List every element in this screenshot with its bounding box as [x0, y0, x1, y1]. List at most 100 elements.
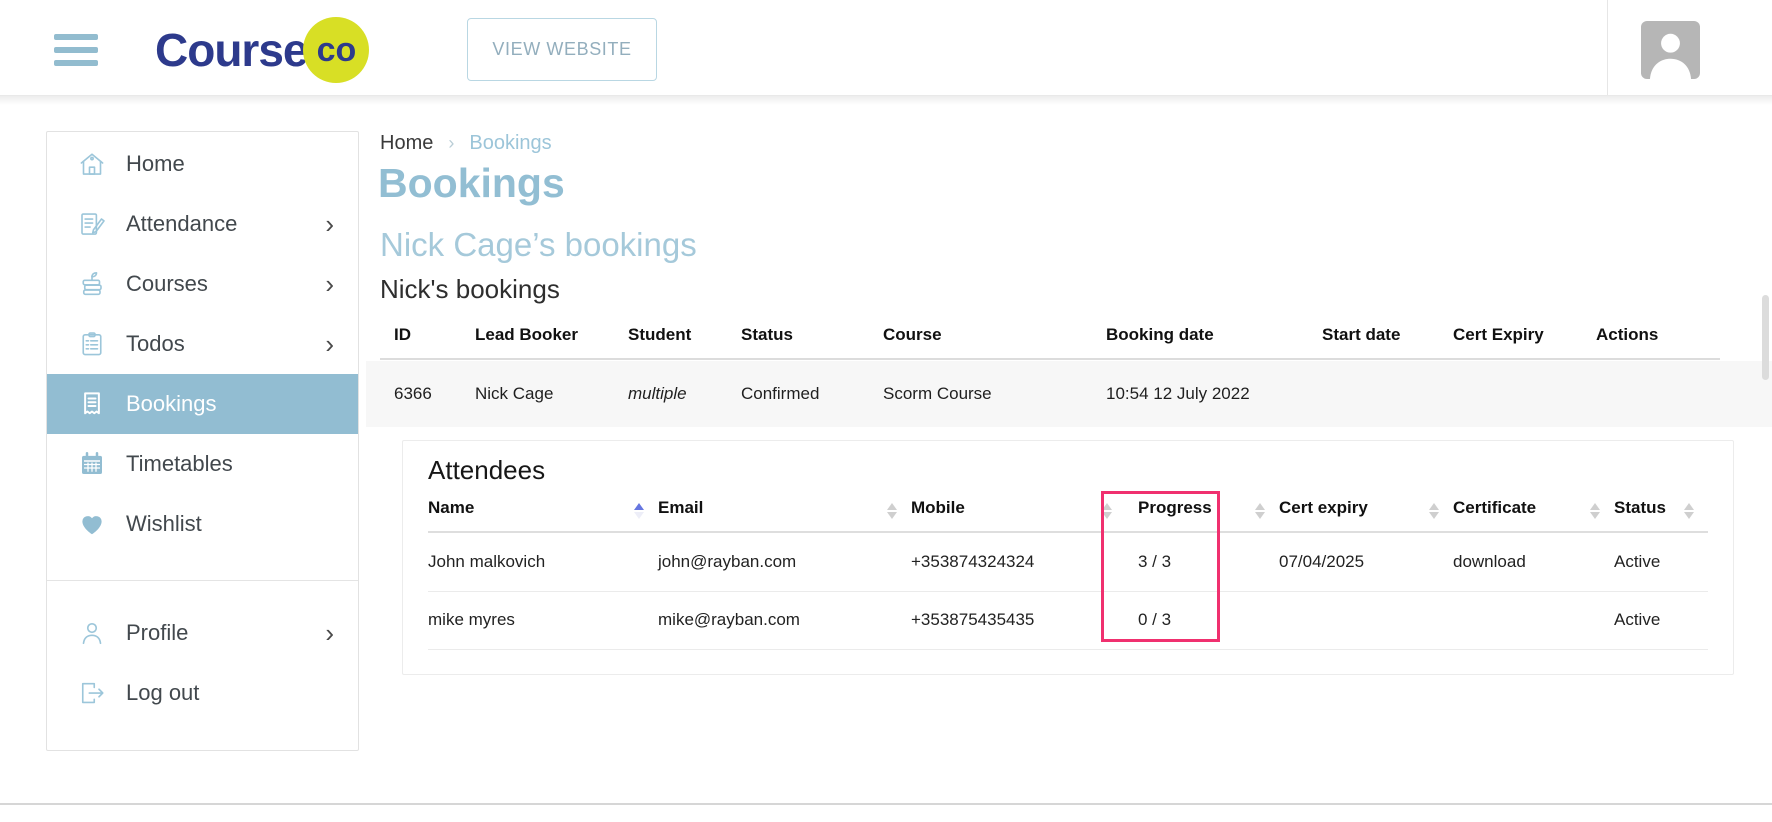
page-title: Bookings: [378, 160, 565, 207]
sidebar-item-label: Bookings: [126, 391, 217, 417]
attendee-cert-expiry: [1279, 591, 1453, 649]
sort-icon[interactable]: [1255, 502, 1265, 520]
col-header-cert-expiry: Cert Expiry: [1443, 320, 1586, 358]
attendee-email: mike@rayban.com: [658, 591, 911, 649]
sidebar-item-attendance[interactable]: Attendance ›: [47, 194, 358, 254]
logo-badge: co: [303, 17, 369, 83]
chevron-right-icon: ›: [325, 620, 334, 646]
user-avatar[interactable]: [1641, 21, 1700, 79]
breadcrumb-home-link[interactable]: Home: [380, 132, 433, 155]
att-col-cert-expiry[interactable]: Cert expiry: [1279, 491, 1453, 531]
person-icon: [1641, 21, 1700, 79]
page-subtitle: Nick Cage’s bookings: [380, 226, 697, 264]
booking-status: Confirmed: [731, 361, 873, 427]
top-header: Course co VIEW WEBSITE: [0, 0, 1772, 96]
attendees-title: Attendees: [428, 455, 545, 486]
attendee-certificate: [1453, 591, 1614, 649]
attendee-progress: 3 / 3: [1126, 533, 1279, 591]
sort-icon[interactable]: [1684, 502, 1694, 520]
sidebar-item-label: Timetables: [126, 451, 233, 477]
booking-lead-booker: Nick Cage: [465, 361, 618, 427]
sort-asc-icon[interactable]: [634, 502, 644, 520]
attendee-mobile: +353875435435: [911, 591, 1126, 649]
chevron-right-icon: ›: [325, 211, 334, 237]
sidebar-item-wishlist[interactable]: Wishlist: [47, 494, 358, 554]
section-heading: Nick's bookings: [380, 274, 560, 305]
attendee-name: mike myres: [428, 591, 658, 649]
attendee-mobile: +353874324324: [911, 533, 1126, 591]
breadcrumb: Home › Bookings: [380, 132, 552, 155]
col-header-student: Student: [618, 320, 731, 358]
attendee-progress: 0 / 3: [1126, 591, 1279, 649]
sidebar-item-label: Attendance: [126, 211, 237, 237]
booking-start-date: [1312, 361, 1443, 427]
col-header-lead-booker: Lead Booker: [465, 320, 618, 358]
chevron-right-icon: ›: [325, 271, 334, 297]
attendee-status: Active: [1614, 533, 1708, 591]
att-col-certificate[interactable]: Certificate: [1453, 491, 1614, 531]
attendance-icon: [77, 209, 107, 239]
sort-icon[interactable]: [887, 502, 897, 520]
booking-course: Scorm Course: [873, 361, 1096, 427]
sidebar-item-label: Wishlist: [126, 511, 202, 537]
sidebar-item-label: Home: [126, 151, 185, 177]
footer-divider: [0, 803, 1772, 805]
booking-row[interactable]: 6366 Nick Cage multiple Confirmed Scorm …: [366, 361, 1772, 427]
wishlist-heart-icon: [77, 509, 107, 539]
scrollbar-thumb[interactable]: [1762, 295, 1769, 380]
booking-cert-expiry: [1443, 361, 1586, 427]
attendee-cert-expiry: 07/04/2025: [1279, 533, 1453, 591]
chevron-right-icon: ›: [325, 331, 334, 357]
attendee-email: john@rayban.com: [658, 533, 911, 591]
logout-icon: [77, 678, 107, 708]
attendee-certificate-download-link[interactable]: download: [1453, 533, 1614, 591]
att-col-status[interactable]: Status: [1614, 491, 1708, 531]
sidebar-item-home[interactable]: Home: [47, 134, 358, 194]
sidebar-item-courses[interactable]: Courses ›: [47, 254, 358, 314]
col-header-course: Course: [873, 320, 1096, 358]
col-header-start-date: Start date: [1312, 320, 1443, 358]
sidebar-nav: Home Attendance › Courses ›: [46, 131, 359, 751]
att-col-email[interactable]: Email: [658, 491, 911, 531]
breadcrumb-separator-icon: ›: [448, 133, 454, 154]
attendees-table-header: Name Email Mobile Progress Cert expiry C…: [428, 491, 1708, 533]
att-col-mobile[interactable]: Mobile: [911, 491, 1126, 531]
attendee-row: mike myres mike@rayban.com +353875435435…: [428, 591, 1708, 650]
sidebar-item-logout[interactable]: Log out: [47, 663, 358, 723]
booking-student: multiple: [618, 361, 731, 427]
sort-icon[interactable]: [1102, 502, 1112, 520]
booking-date: 10:54 12 July 2022: [1096, 361, 1312, 427]
header-divider: [1607, 0, 1608, 95]
col-header-id: ID: [380, 320, 465, 358]
sidebar-item-todos[interactable]: Todos ›: [47, 314, 358, 374]
profile-person-icon: [77, 618, 107, 648]
bookings-receipt-icon: [77, 389, 107, 419]
sidebar-item-timetables[interactable]: Timetables: [47, 434, 358, 494]
booking-actions: [1586, 361, 1720, 427]
todos-icon: [77, 329, 107, 359]
home-icon: [77, 149, 107, 179]
attendees-card: Attendees Name Email Mobile Progress Cer…: [402, 440, 1734, 675]
booking-id: 6366: [380, 361, 465, 427]
col-header-actions: Actions: [1586, 320, 1720, 358]
courseco-logo[interactable]: Course co: [155, 17, 369, 83]
sort-icon[interactable]: [1590, 502, 1600, 520]
attendee-status: Active: [1614, 591, 1708, 649]
courses-icon: [77, 269, 107, 299]
sidebar-item-label: Courses: [126, 271, 208, 297]
att-col-name[interactable]: Name: [428, 491, 658, 531]
bookings-table-header: ID Lead Booker Student Status Course Boo…: [380, 320, 1720, 360]
attendee-row: John malkovich john@rayban.com +35387432…: [428, 533, 1708, 592]
col-header-booking-date: Booking date: [1096, 320, 1312, 358]
attendee-name: John malkovich: [428, 533, 658, 591]
sidebar-item-label: Todos: [126, 331, 185, 357]
view-website-button[interactable]: VIEW WEBSITE: [467, 18, 657, 81]
sidebar-item-profile[interactable]: Profile ›: [47, 603, 358, 663]
col-header-status: Status: [731, 320, 873, 358]
breadcrumb-current[interactable]: Bookings: [469, 132, 551, 155]
hamburger-menu-icon[interactable]: [54, 34, 98, 66]
sort-icon[interactable]: [1429, 502, 1439, 520]
logo-text: Course: [155, 23, 307, 77]
att-col-progress[interactable]: Progress: [1126, 491, 1279, 531]
sidebar-item-bookings[interactable]: Bookings: [47, 374, 358, 434]
